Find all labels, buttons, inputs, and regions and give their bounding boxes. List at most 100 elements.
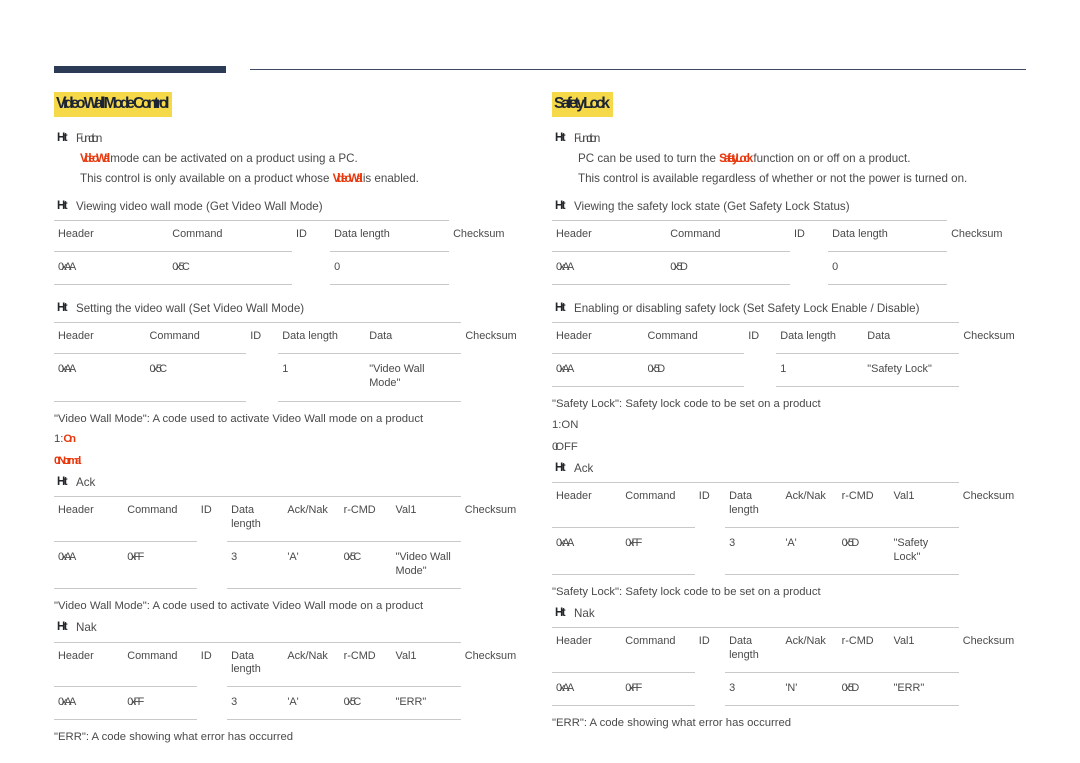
set-section-label: Enabling or disabling safety lock (Set S… (574, 302, 920, 316)
table-row: 0xAA 0xFF 3 'A' 0x5C "Video Wall Mode" (54, 540, 530, 590)
view-section-label: Viewing video wall mode (Get Video Wall … (76, 199, 323, 213)
cell-checksum-value (461, 541, 530, 588)
cell-command-value: 0xFF (123, 540, 197, 590)
col-header: Checksum (464, 649, 517, 662)
cell-id-value (695, 527, 725, 574)
bullet-icon: Ht (555, 131, 566, 144)
col-header: Header (54, 220, 169, 252)
table-row: 0xAA 0xFF 3 'N' 0x5D "ERR" (552, 671, 1028, 707)
col-header: r-CMD (837, 482, 890, 528)
table-row: 0xAA 0xFF 3 'A' 0x5D "Safety Lock" (552, 526, 1028, 576)
col-header: Checksum (951, 228, 1003, 241)
cell-id-value (790, 251, 828, 284)
table-row: 0xAA 0x5D 0 (552, 250, 1028, 286)
cell-val1-value: "ERR" (391, 686, 461, 721)
col-header: Header (54, 322, 146, 354)
col-header: Data (863, 322, 960, 354)
col-header: Data length (776, 322, 864, 354)
cell-rcmd-value: 0x5C (339, 540, 392, 590)
col-header: Header (552, 627, 622, 673)
col-header: Command (666, 220, 790, 252)
col-header: ID (196, 641, 228, 687)
ack-note-safety-lock: "Safety Lock": Safety lock code to be se… (552, 586, 821, 599)
cell-header-value: 0xAA (552, 353, 644, 388)
col-header: Command (168, 220, 292, 252)
table-header-row: Header Command ID Data length Checksum (54, 220, 530, 252)
table-set-safety-lock: Header Command ID Data length Data Check… (552, 322, 1028, 388)
col-header: Ack/Nak (781, 482, 838, 528)
view-section-label: Viewing the safety lock state (Get Safet… (574, 199, 850, 213)
col-header: Command (621, 627, 695, 673)
col-header: Command (643, 322, 745, 354)
cell-checksum-value (959, 354, 1028, 387)
col-header: Data length (227, 641, 284, 687)
col-header: ID (196, 496, 228, 542)
cell-command-value: 0x5D (666, 250, 790, 286)
cell-header-value: 0xAA (552, 250, 667, 286)
cell-checksum-value (449, 251, 530, 284)
ack-label: Ack (574, 461, 594, 475)
bullet-icon: Ht (57, 476, 68, 489)
cell-data-value: "Video Wall Mode" (365, 353, 462, 402)
col-header: Header (54, 496, 124, 542)
cell-val1-value: "ERR" (889, 671, 959, 707)
data-note-safety-lock: "Safety Lock": Safety lock code to be se… (552, 398, 821, 411)
cell-datalength-value: 3 (227, 540, 284, 590)
table-set-video-wall-mode: Header Command ID Data length Data Check… (54, 322, 530, 402)
cell-command-value: 0x5D (643, 353, 745, 388)
cell-acknak-value: 'A' (283, 686, 340, 721)
bullet-icon: Ht (57, 621, 68, 634)
set-section-label: Setting the video wall (Set Video Wall M… (76, 302, 305, 316)
col-header: Data length (227, 496, 284, 542)
table-header-row: Header Command ID Data length Ack/Nak r-… (552, 627, 1028, 673)
function-line-1: Video Wall mode can be activated on a pr… (80, 152, 358, 166)
col-header: Data length (725, 627, 782, 673)
table-ack-video-wall: Header Command ID Data length Ack/Nak r-… (54, 496, 530, 590)
function-line-2: This control is only available on a prod… (80, 172, 419, 185)
function-line-2: This control is available regardless of … (578, 172, 968, 185)
cell-header-value: 0xAA (54, 250, 169, 286)
bullet-ack: Ht Ack (54, 474, 530, 491)
table-get-safety-lock-status: Header Command ID Data length Checksum 0… (552, 220, 1028, 286)
table-row: 0xAA 0x5C 1 "Video Wall Mode" (54, 353, 530, 402)
cell-id-value (246, 354, 278, 401)
table-ack-safety-lock: Header Command ID Data length Ack/Nak r-… (552, 482, 1028, 576)
cell-val1-value: "Video Wall Mode" (391, 540, 461, 590)
page-header-rules (54, 66, 1026, 76)
manual-page: Video Wall Mode Control Ht Function Vide… (0, 0, 1080, 763)
bullet-nak: Ht Nak (552, 605, 1028, 622)
col-header: Ack/Nak (283, 496, 340, 542)
data-value-on: 1:On (54, 433, 76, 446)
data-note-video-wall: "Video Wall Mode": A code used to activa… (54, 412, 424, 425)
cell-header-value: 0xAA (552, 671, 622, 707)
cell-datalength-value: 1 (776, 353, 864, 388)
cell-command-value: 0xFF (621, 671, 695, 707)
table-nak-safety-lock: Header Command ID Data length Ack/Nak r-… (552, 627, 1028, 707)
col-header: Header (552, 220, 667, 252)
cell-val1-value: "Safety Lock" (889, 526, 959, 576)
col-header: Checksum (962, 490, 1015, 503)
col-header: ID (694, 627, 726, 673)
cell-id-value (197, 687, 227, 720)
bullet-icon: Ht (555, 607, 566, 620)
data-value-normal: 0:Normal (54, 454, 81, 467)
cell-checksum-value (947, 251, 1028, 284)
col-header: Val1 (889, 627, 959, 673)
col-header: Checksum (465, 330, 517, 343)
col-header: ID (744, 322, 777, 354)
cell-header-value: 0xAA (552, 526, 622, 576)
cell-rcmd-value: 0x5C (339, 686, 392, 721)
col-header: Command (145, 322, 247, 354)
cell-datalength-value: 3 (725, 671, 782, 707)
col-header: Data length (278, 322, 366, 354)
col-header: ID (291, 220, 331, 252)
col-header: Header (54, 641, 124, 687)
function-label: Function (76, 131, 102, 145)
table-get-video-wall-mode: Header Command ID Data length Checksum 0… (54, 220, 530, 286)
cell-datalength-value: 0 (828, 250, 948, 286)
data-value-off: 0:OFF (552, 440, 578, 453)
cell-command-value: 0x5C (168, 250, 292, 286)
bullet-function: Ht Function (54, 130, 530, 147)
nak-note-video-wall: "ERR": A code showing what error has occ… (54, 731, 294, 744)
bullet-view-safety-lock-status: Ht Viewing the safety lock state (Get Sa… (552, 198, 1028, 215)
